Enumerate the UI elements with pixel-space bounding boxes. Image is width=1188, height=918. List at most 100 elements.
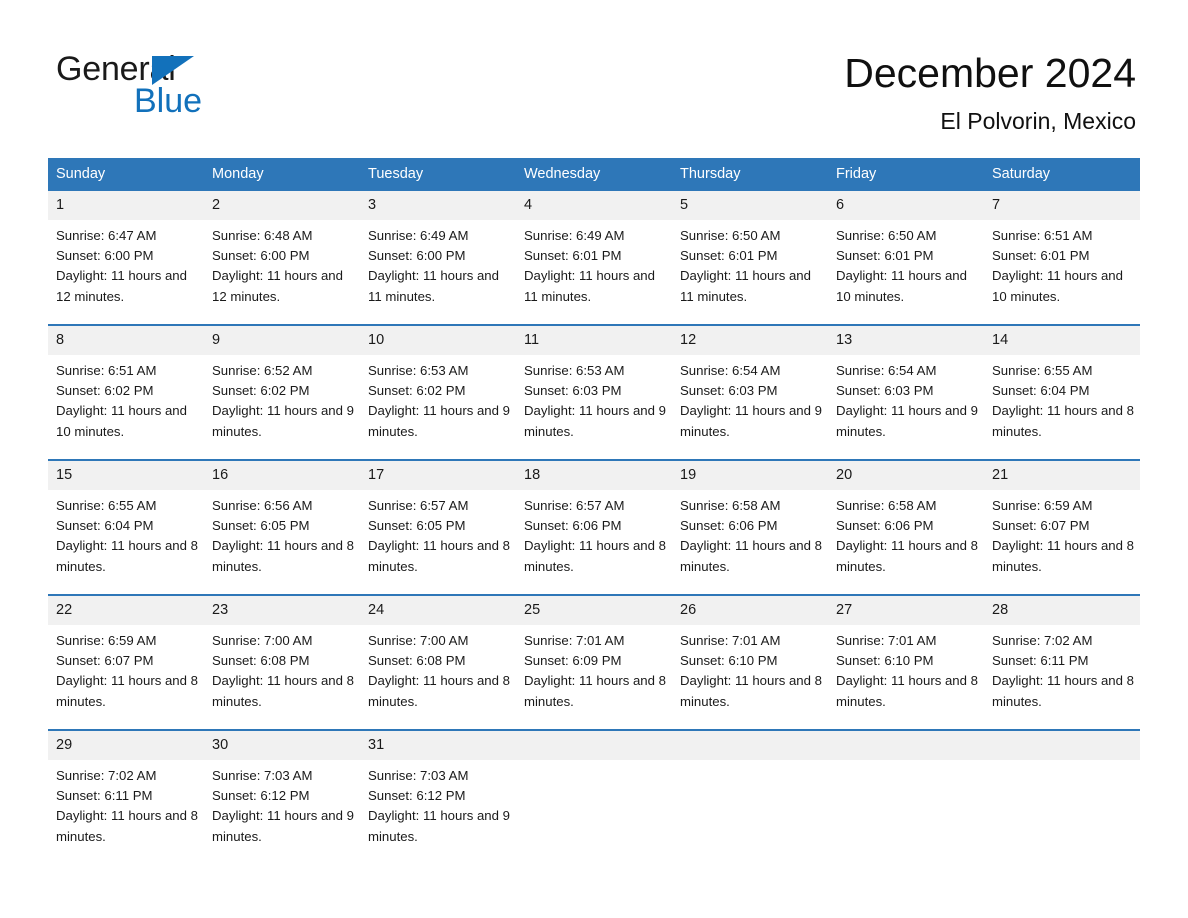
calendar-day-cell[interactable]: 7 Sunrise: 6:51 AM Sunset: 6:01 PM Daylight… <box>984 191 1140 325</box>
general-blue-logo[interactable]: General Blue <box>56 50 316 122</box>
sunrise-text: Sunrise: 6:59 AM <box>56 633 157 648</box>
day-details: Sunrise: 6:50 AM Sunset: 6:01 PM Daylight:… <box>828 220 984 307</box>
day-number: 16 <box>204 461 360 490</box>
daylight-text: Daylight: 11 hours and 8 minutes. <box>56 673 198 709</box>
sunset-text: Sunset: 6:10 PM <box>836 653 934 669</box>
day-details: Sunrise: 7:01 AM Sunset: 6:09 PM Daylight:… <box>516 625 672 712</box>
daylight-text: Daylight: 11 hours and 8 minutes. <box>56 538 198 574</box>
sunrise-text: Sunrise: 6:50 AM <box>680 228 781 243</box>
calendar-day-cell[interactable]: 14 Sunrise: 6:55 AM Sunset: 6:04 PM Dayligh… <box>984 324 1140 460</box>
calendar-day-cell[interactable]: 19 Sunrise: 6:58 AM Sunset: 6:06 PM Dayligh… <box>672 459 828 595</box>
sunrise-text: Sunrise: 7:01 AM <box>680 633 781 648</box>
day-cell-content: 15 Sunrise: 6:55 AM Sunset: 6:04 PM Dayligh… <box>48 461 204 594</box>
sunset-text: Sunset: 6:12 PM <box>212 788 310 804</box>
calendar-day-cell[interactable]: 23 Sunrise: 7:00 AM Sunset: 6:08 PM Dayligh… <box>204 594 360 730</box>
day-number: 19 <box>672 461 828 490</box>
calendar-table: Sunday Monday Tuesday Wednesday Thursday… <box>48 158 1140 864</box>
sunset-text: Sunset: 6:03 PM <box>836 383 934 399</box>
sunset-text: Sunset: 6:07 PM <box>56 653 154 669</box>
calendar-day-cell[interactable]: 8 Sunrise: 6:51 AM Sunset: 6:02 PM Daylight… <box>48 324 204 460</box>
sunset-text: Sunset: 6:09 PM <box>524 653 622 669</box>
day-details: Sunrise: 6:59 AM Sunset: 6:07 PM Daylight:… <box>48 625 204 712</box>
calendar-day-cell[interactable]: 24 Sunrise: 7:00 AM Sunset: 6:08 PM Dayligh… <box>360 594 516 730</box>
day-number: 2 <box>204 191 360 220</box>
sunset-text: Sunset: 6:01 PM <box>992 248 1090 264</box>
weekday-header-sunday: Sunday <box>48 158 204 191</box>
sunrise-text: Sunrise: 6:59 AM <box>992 498 1093 513</box>
sunrise-text: Sunrise: 6:53 AM <box>368 363 469 378</box>
calendar-day-cell[interactable]: 25 Sunrise: 7:01 AM Sunset: 6:09 PM Dayligh… <box>516 594 672 730</box>
calendar-day-cell[interactable]: 27 Sunrise: 7:01 AM Sunset: 6:10 PM Dayligh… <box>828 594 984 730</box>
calendar-day-cell <box>984 729 1140 864</box>
day-cell-content: 31 Sunrise: 7:03 AM Sunset: 6:12 PM Dayligh… <box>360 731 516 864</box>
sunrise-text: Sunrise: 7:00 AM <box>212 633 313 648</box>
daylight-text: Daylight: 11 hours and 8 minutes. <box>836 673 978 709</box>
calendar-day-cell[interactable]: 6 Sunrise: 6:50 AM Sunset: 6:01 PM Daylight… <box>828 191 984 325</box>
calendar-week-row: 29 Sunrise: 7:02 AM Sunset: 6:11 PM Dayligh… <box>48 729 1140 864</box>
day-cell-content: 26 Sunrise: 7:01 AM Sunset: 6:10 PM Dayligh… <box>672 596 828 729</box>
calendar-day-cell[interactable]: 1 Sunrise: 6:47 AM Sunset: 6:00 PM Daylight… <box>48 191 204 325</box>
calendar-body: 1 Sunrise: 6:47 AM Sunset: 6:00 PM Daylight… <box>48 191 1140 864</box>
day-cell-content <box>828 731 984 864</box>
day-cell-content: 27 Sunrise: 7:01 AM Sunset: 6:10 PM Dayligh… <box>828 596 984 729</box>
sunset-text: Sunset: 6:08 PM <box>368 653 466 669</box>
sunset-text: Sunset: 6:05 PM <box>212 518 310 534</box>
sunset-text: Sunset: 6:04 PM <box>56 518 154 534</box>
calendar-day-cell[interactable]: 3 Sunrise: 6:49 AM Sunset: 6:00 PM Daylight… <box>360 191 516 325</box>
calendar-day-cell[interactable]: 12 Sunrise: 6:54 AM Sunset: 6:03 PM Dayligh… <box>672 324 828 460</box>
daylight-text: Daylight: 11 hours and 8 minutes. <box>368 673 510 709</box>
calendar-day-cell[interactable]: 21 Sunrise: 6:59 AM Sunset: 6:07 PM Dayligh… <box>984 459 1140 595</box>
day-number: 8 <box>48 326 204 355</box>
day-number: 31 <box>360 731 516 760</box>
day-cell-content <box>672 731 828 864</box>
calendar-day-cell[interactable]: 5 Sunrise: 6:50 AM Sunset: 6:01 PM Daylight… <box>672 191 828 325</box>
calendar-day-cell[interactable]: 4 Sunrise: 6:49 AM Sunset: 6:01 PM Daylight… <box>516 191 672 325</box>
calendar-day-cell[interactable]: 28 Sunrise: 7:02 AM Sunset: 6:11 PM Dayligh… <box>984 594 1140 730</box>
calendar-day-cell[interactable]: 26 Sunrise: 7:01 AM Sunset: 6:10 PM Dayligh… <box>672 594 828 730</box>
calendar-day-cell[interactable]: 18 Sunrise: 6:57 AM Sunset: 6:06 PM Dayligh… <box>516 459 672 595</box>
calendar-day-cell[interactable]: 31 Sunrise: 7:03 AM Sunset: 6:12 PM Dayligh… <box>360 729 516 864</box>
daylight-text: Daylight: 11 hours and 10 minutes. <box>992 268 1123 304</box>
day-cell-content: 24 Sunrise: 7:00 AM Sunset: 6:08 PM Dayligh… <box>360 596 516 729</box>
calendar-day-cell[interactable]: 30 Sunrise: 7:03 AM Sunset: 6:12 PM Dayligh… <box>204 729 360 864</box>
calendar-day-cell[interactable]: 16 Sunrise: 6:56 AM Sunset: 6:05 PM Dayligh… <box>204 459 360 595</box>
calendar-header-row: Sunday Monday Tuesday Wednesday Thursday… <box>48 158 1140 191</box>
day-cell-content: 6 Sunrise: 6:50 AM Sunset: 6:01 PM Daylight… <box>828 191 984 324</box>
day-cell-content: 14 Sunrise: 6:55 AM Sunset: 6:04 PM Dayligh… <box>984 326 1140 459</box>
calendar-day-cell <box>672 729 828 864</box>
day-details <box>828 760 984 766</box>
day-details: Sunrise: 7:03 AM Sunset: 6:12 PM Daylight:… <box>204 760 360 847</box>
day-details <box>984 760 1140 766</box>
calendar-day-cell[interactable]: 13 Sunrise: 6:54 AM Sunset: 6:03 PM Dayligh… <box>828 324 984 460</box>
calendar-day-cell[interactable]: 9 Sunrise: 6:52 AM Sunset: 6:02 PM Daylight… <box>204 324 360 460</box>
day-details: Sunrise: 6:54 AM Sunset: 6:03 PM Daylight:… <box>828 355 984 442</box>
day-number: 9 <box>204 326 360 355</box>
sunrise-text: Sunrise: 7:03 AM <box>368 768 469 783</box>
daylight-text: Daylight: 11 hours and 8 minutes. <box>56 808 198 844</box>
day-number: 22 <box>48 596 204 625</box>
calendar-day-cell[interactable]: 29 Sunrise: 7:02 AM Sunset: 6:11 PM Dayligh… <box>48 729 204 864</box>
calendar-day-cell[interactable]: 20 Sunrise: 6:58 AM Sunset: 6:06 PM Dayligh… <box>828 459 984 595</box>
calendar-day-cell[interactable]: 11 Sunrise: 6:53 AM Sunset: 6:03 PM Dayligh… <box>516 324 672 460</box>
day-number: 20 <box>828 461 984 490</box>
day-details: Sunrise: 7:02 AM Sunset: 6:11 PM Daylight:… <box>48 760 204 847</box>
calendar-day-cell[interactable]: 10 Sunrise: 6:53 AM Sunset: 6:02 PM Dayligh… <box>360 324 516 460</box>
day-cell-content <box>984 731 1140 864</box>
sunrise-text: Sunrise: 6:57 AM <box>368 498 469 513</box>
sunrise-text: Sunrise: 6:58 AM <box>836 498 937 513</box>
day-details: Sunrise: 6:51 AM Sunset: 6:02 PM Daylight:… <box>48 355 204 442</box>
calendar-day-cell[interactable]: 17 Sunrise: 6:57 AM Sunset: 6:05 PM Dayligh… <box>360 459 516 595</box>
daylight-text: Daylight: 11 hours and 9 minutes. <box>524 403 666 439</box>
day-cell-content: 4 Sunrise: 6:49 AM Sunset: 6:01 PM Daylight… <box>516 191 672 324</box>
day-cell-content: 3 Sunrise: 6:49 AM Sunset: 6:00 PM Daylight… <box>360 191 516 324</box>
calendar-day-cell[interactable]: 15 Sunrise: 6:55 AM Sunset: 6:04 PM Dayligh… <box>48 459 204 595</box>
day-details <box>516 760 672 766</box>
weekday-header-friday: Friday <box>828 158 984 191</box>
day-number: 23 <box>204 596 360 625</box>
calendar-day-cell[interactable]: 22 Sunrise: 6:59 AM Sunset: 6:07 PM Dayligh… <box>48 594 204 730</box>
day-cell-content: 2 Sunrise: 6:48 AM Sunset: 6:00 PM Daylight… <box>204 191 360 324</box>
day-details: Sunrise: 6:58 AM Sunset: 6:06 PM Daylight:… <box>672 490 828 577</box>
daylight-text: Daylight: 11 hours and 8 minutes. <box>212 673 354 709</box>
daylight-text: Daylight: 11 hours and 8 minutes. <box>836 538 978 574</box>
calendar-day-cell[interactable]: 2 Sunrise: 6:48 AM Sunset: 6:00 PM Daylight… <box>204 191 360 325</box>
